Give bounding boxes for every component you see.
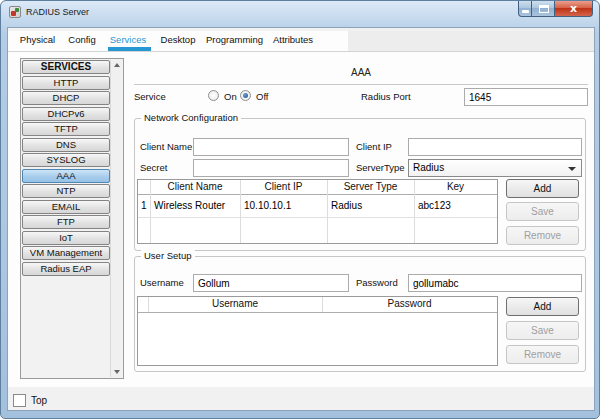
col-server-type: Server Type: [327, 180, 414, 194]
page-title: AAA: [134, 67, 588, 78]
user-remove-button[interactable]: Remove: [506, 345, 579, 364]
radius-port-input[interactable]: [464, 88, 588, 106]
top-checkbox[interactable]: [13, 394, 26, 407]
app-icon: [9, 6, 21, 18]
tab-programming[interactable]: Programming: [206, 31, 260, 51]
col-client-name: Client Name: [150, 180, 240, 194]
col-key: Key: [414, 180, 497, 194]
title-separator: [134, 84, 588, 85]
sidebar-header-services: SERVICES: [22, 60, 110, 74]
tab-desktop[interactable]: Desktop: [156, 31, 200, 51]
cell-client-ip[interactable]: 10.10.10.1: [240, 195, 327, 217]
active-tab-underline: [108, 47, 151, 51]
password-label: Password: [356, 277, 398, 289]
secret-label: Secret: [140, 162, 167, 174]
tab-bar: Physical Config Services Desktop Program…: [8, 31, 594, 52]
row-number: 1: [138, 195, 150, 217]
tab-config[interactable]: Config: [64, 31, 100, 51]
server-type-label: ServerType: [356, 162, 405, 174]
cell-client-name[interactable]: Wireless Router: [150, 195, 240, 217]
username-input[interactable]: [193, 274, 349, 292]
tab-physical[interactable]: Physical: [16, 31, 59, 51]
sidebar-item-iot[interactable]: IoT: [22, 231, 110, 245]
chevron-down-icon: [568, 167, 576, 171]
col-client-ip: Client IP: [240, 180, 327, 194]
server-type-value: Radius: [413, 162, 444, 173]
client-ip-input[interactable]: [408, 138, 582, 156]
window-title: RADIUS Server: [26, 7, 89, 17]
user-save-button[interactable]: Save: [506, 321, 579, 340]
close-icon: x: [555, 2, 592, 15]
username-label: Username: [140, 277, 184, 289]
network-remove-button[interactable]: Remove: [506, 226, 579, 245]
secret-input[interactable]: [193, 159, 349, 177]
client-name-input[interactable]: [193, 138, 349, 156]
sidebar-item-radius-eap[interactable]: Radius EAP: [22, 262, 110, 276]
sidebar-item-aaa[interactable]: AAA: [22, 169, 110, 183]
sidebar-item-email[interactable]: EMAIL: [22, 200, 110, 214]
col-username: Username: [148, 297, 322, 311]
network-clients-table[interactable]: Client Name Client IP Server Type Key 1 …: [137, 179, 498, 244]
users-table[interactable]: Username Password: [137, 296, 498, 366]
sidebar-item-http[interactable]: HTTP: [22, 76, 110, 90]
client-name-label: Client Name: [140, 141, 192, 153]
cell-key[interactable]: abc123: [414, 195, 497, 217]
window-controls: x: [518, 1, 593, 17]
sidebar-item-syslog[interactable]: SYSLOG: [22, 153, 110, 167]
network-configuration-title: Network Configuration: [141, 112, 241, 123]
maximize-icon: [539, 5, 549, 13]
service-label: Service: [134, 91, 166, 103]
sidebar-item-ftp[interactable]: FTP: [22, 215, 110, 229]
client-area: Physical Config Services Desktop Program…: [7, 27, 595, 411]
sidebar-item-dhcpv6[interactable]: DHCPv6: [22, 107, 110, 121]
sidebar-item-dhcp[interactable]: DHCP: [22, 91, 110, 105]
col-password: Password: [322, 297, 497, 311]
user-setup-title: User Setup: [141, 250, 195, 261]
scroll-up-icon[interactable]: [114, 63, 120, 67]
sidebar-item-tftp[interactable]: TFTP: [22, 122, 110, 136]
client-ip-label: Client IP: [356, 141, 392, 153]
sidebar-item-dns[interactable]: DNS: [22, 138, 110, 152]
titlebar[interactable]: RADIUS Server x: [1, 1, 599, 27]
sidebar-item-ntp[interactable]: NTP: [22, 184, 110, 198]
services-tab-page: SERVICES HTTP DHCP DHCPv6 TFTP DNS SYSLO…: [8, 52, 594, 387]
scroll-down-icon[interactable]: [114, 370, 120, 374]
radius-port-label: Radius Port: [361, 91, 411, 103]
service-on-label: On: [224, 91, 237, 103]
service-off-label: Off: [256, 91, 269, 103]
tab-attributes[interactable]: Attributes: [267, 31, 319, 51]
radius-server-window: RADIUS Server x Physical Config Services…: [0, 0, 600, 419]
minimize-button[interactable]: [518, 1, 532, 17]
maximize-button[interactable]: [531, 1, 555, 17]
user-add-button[interactable]: Add: [506, 297, 579, 316]
network-add-button[interactable]: Add: [506, 179, 579, 198]
cell-server-type[interactable]: Radius: [327, 195, 414, 217]
sidebar-item-vm-management[interactable]: VM Management: [22, 246, 110, 260]
network-save-button[interactable]: Save: [506, 202, 579, 221]
service-off-radio[interactable]: [240, 90, 251, 101]
minimize-icon: [522, 10, 529, 13]
top-checkbox-label: Top: [31, 395, 47, 406]
password-input[interactable]: [408, 274, 582, 292]
sidebar-scrollbar[interactable]: [110, 60, 122, 377]
services-sidebar: SERVICES HTTP DHCP DHCPv6 TFTP DNS SYSLO…: [20, 58, 124, 379]
service-on-radio[interactable]: [208, 90, 219, 101]
server-type-select[interactable]: Radius: [408, 159, 582, 177]
close-button[interactable]: x: [554, 1, 593, 17]
